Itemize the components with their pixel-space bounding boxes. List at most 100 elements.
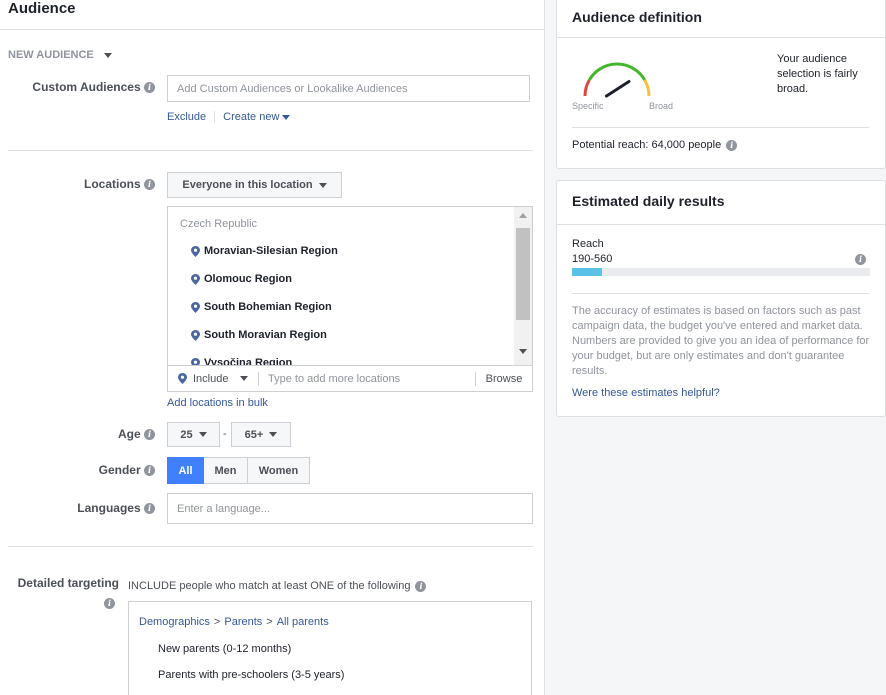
location-search-row: Include Type to add more locations Brows…	[168, 365, 532, 391]
detailed-targeting-label: Detailed targeting	[17, 576, 119, 590]
audience-panel: Audience NEW AUDIENCE Custom Audiences i…	[0, 0, 545, 695]
location-pin-icon	[191, 357, 200, 365]
location-name: South Bohemian Region	[204, 301, 332, 313]
breadcrumb: Demographics > Parents > All parents	[139, 616, 329, 628]
list-item[interactable]: Olomouc Region	[191, 273, 292, 285]
location-type-value: Everyone in this location	[182, 179, 313, 191]
list-item[interactable]: New parents (0-12 months)	[158, 643, 291, 655]
include-criteria-text: INCLUDE people who match at least ONE of…	[128, 580, 427, 592]
gender-row-label: Gender i	[10, 463, 155, 477]
chevron-down-icon	[269, 432, 278, 437]
info-icon[interactable]: i	[144, 82, 155, 94]
gender-label: Gender	[98, 463, 141, 477]
list-item[interactable]: Parents with pre-schoolers (3-5 years)	[158, 669, 344, 681]
info-icon[interactable]: i	[104, 598, 115, 609]
info-icon[interactable]: i	[144, 503, 155, 515]
browse-button[interactable]: Browse	[476, 373, 532, 385]
locations-row-label: Locations i	[10, 177, 155, 191]
divider	[557, 224, 885, 225]
divider	[572, 127, 869, 128]
locations-label: Locations	[83, 177, 141, 191]
new-audience-label: NEW AUDIENCE	[8, 49, 94, 61]
custom-audiences-input[interactable]: Add Custom Audiences or Lookalike Audien…	[167, 75, 530, 102]
location-pin-icon	[191, 245, 200, 257]
gender-men-button[interactable]: Men	[204, 457, 248, 484]
chevron-down-icon[interactable]	[282, 114, 291, 120]
locations-box: Czech Republic Moravian-Silesian Region …	[167, 206, 533, 392]
age-min-dropdown[interactable]: 25	[167, 422, 220, 447]
list-item[interactable]: South Moravian Region	[191, 329, 327, 341]
reach-bar-fill	[572, 268, 602, 276]
age-label: Age	[117, 427, 141, 441]
gauge-broad-label: Broad	[649, 101, 674, 111]
exclude-link[interactable]: Exclude	[167, 111, 206, 123]
estimates-disclaimer: The accuracy of estimates is based on fa…	[572, 305, 870, 377]
info-icon[interactable]: i	[415, 580, 427, 592]
create-new-link[interactable]: Create new	[223, 111, 279, 123]
breadcrumb-item[interactable]: Demographics	[139, 616, 210, 628]
audience-breadth-description: Your audience selection is fairly broad.	[777, 53, 858, 95]
reach-bar	[572, 268, 870, 276]
new-audience-dropdown[interactable]: NEW AUDIENCE	[8, 49, 112, 61]
location-search-input[interactable]: Type to add more locations	[259, 373, 475, 385]
location-name: Olomouc Region	[204, 273, 292, 285]
location-pin-icon	[178, 373, 187, 384]
gender-segmented-control: All Men Women	[167, 457, 310, 484]
age-separator: -	[223, 428, 227, 440]
info-icon[interactable]: i	[726, 139, 738, 151]
list-item[interactable]: South Bohemian Region	[191, 301, 332, 313]
chevron-down-icon	[318, 182, 327, 188]
scroll-down-icon[interactable]	[519, 349, 527, 354]
audience-size-gauge-icon	[583, 62, 651, 98]
audience-definition-title: Audience definition	[572, 9, 702, 25]
age-row-label: Age i	[10, 427, 155, 441]
audience-title: Audience	[8, 0, 76, 17]
location-name: South Moravian Region	[204, 329, 327, 341]
reach-value: 190-560	[572, 253, 613, 265]
gender-women-button[interactable]: Women	[248, 457, 310, 484]
languages-label: Languages	[77, 501, 141, 515]
locations-list[interactable]: Czech Republic Moravian-Silesian Region …	[168, 207, 513, 365]
info-icon[interactable]: i	[144, 179, 155, 191]
divider	[557, 37, 885, 38]
audience-definition-card: Audience definition Specific Broad Your …	[556, 0, 886, 169]
divider	[0, 29, 545, 30]
reach-label: Reach	[572, 238, 604, 250]
breadcrumb-item[interactable]: Parents	[224, 616, 262, 628]
chevron-down-icon	[240, 376, 249, 381]
breadcrumb-separator: >	[266, 616, 273, 628]
location-name: Moravian-Silesian Region	[204, 245, 338, 257]
detailed-targeting-box: Demographics > Parents > All parents New…	[128, 601, 532, 695]
location-pin-icon	[191, 301, 200, 313]
scrollbar[interactable]	[514, 207, 532, 365]
custom-audiences-label: Custom Audiences	[32, 80, 141, 94]
custom-audiences-actions: Exclude Create new	[167, 111, 291, 123]
scroll-up-icon[interactable]	[519, 213, 527, 218]
languages-input[interactable]: Enter a language...	[167, 493, 533, 524]
list-item[interactable]: Moravian-Silesian Region	[191, 245, 338, 257]
location-name: Vysočina Region	[204, 357, 293, 365]
age-max-value: 65+	[244, 428, 264, 441]
gender-all-button[interactable]: All	[167, 457, 204, 484]
potential-reach: Potential reach: 64,000 people i	[572, 139, 738, 151]
gauge-specific-label: Specific	[572, 101, 604, 111]
age-min-value: 25	[180, 428, 193, 441]
list-item[interactable]: Vysočina Region	[191, 357, 292, 365]
estimated-results-card: Estimated daily results Reach 190-560 i …	[556, 180, 886, 417]
divider	[8, 546, 533, 547]
divider	[8, 150, 533, 151]
estimates-helpful-link[interactable]: Were these estimates helpful?	[572, 387, 720, 399]
scrollbar-thumb[interactable]	[516, 228, 530, 320]
potential-reach-text: Potential reach: 64,000 people	[572, 139, 722, 151]
location-type-dropdown[interactable]: Everyone in this location	[167, 172, 342, 198]
info-icon[interactable]: i	[855, 254, 866, 265]
breadcrumb-item[interactable]: All parents	[277, 616, 329, 628]
add-locations-bulk-link[interactable]: Add locations in bulk	[167, 397, 268, 409]
languages-row-label: Languages i	[10, 501, 155, 515]
location-pin-icon	[191, 273, 200, 285]
chevron-down-icon	[103, 52, 112, 58]
info-icon[interactable]: i	[144, 429, 155, 441]
age-max-dropdown[interactable]: 65+	[231, 422, 291, 447]
info-icon[interactable]: i	[144, 465, 155, 477]
include-dropdown[interactable]: Include	[168, 366, 258, 391]
